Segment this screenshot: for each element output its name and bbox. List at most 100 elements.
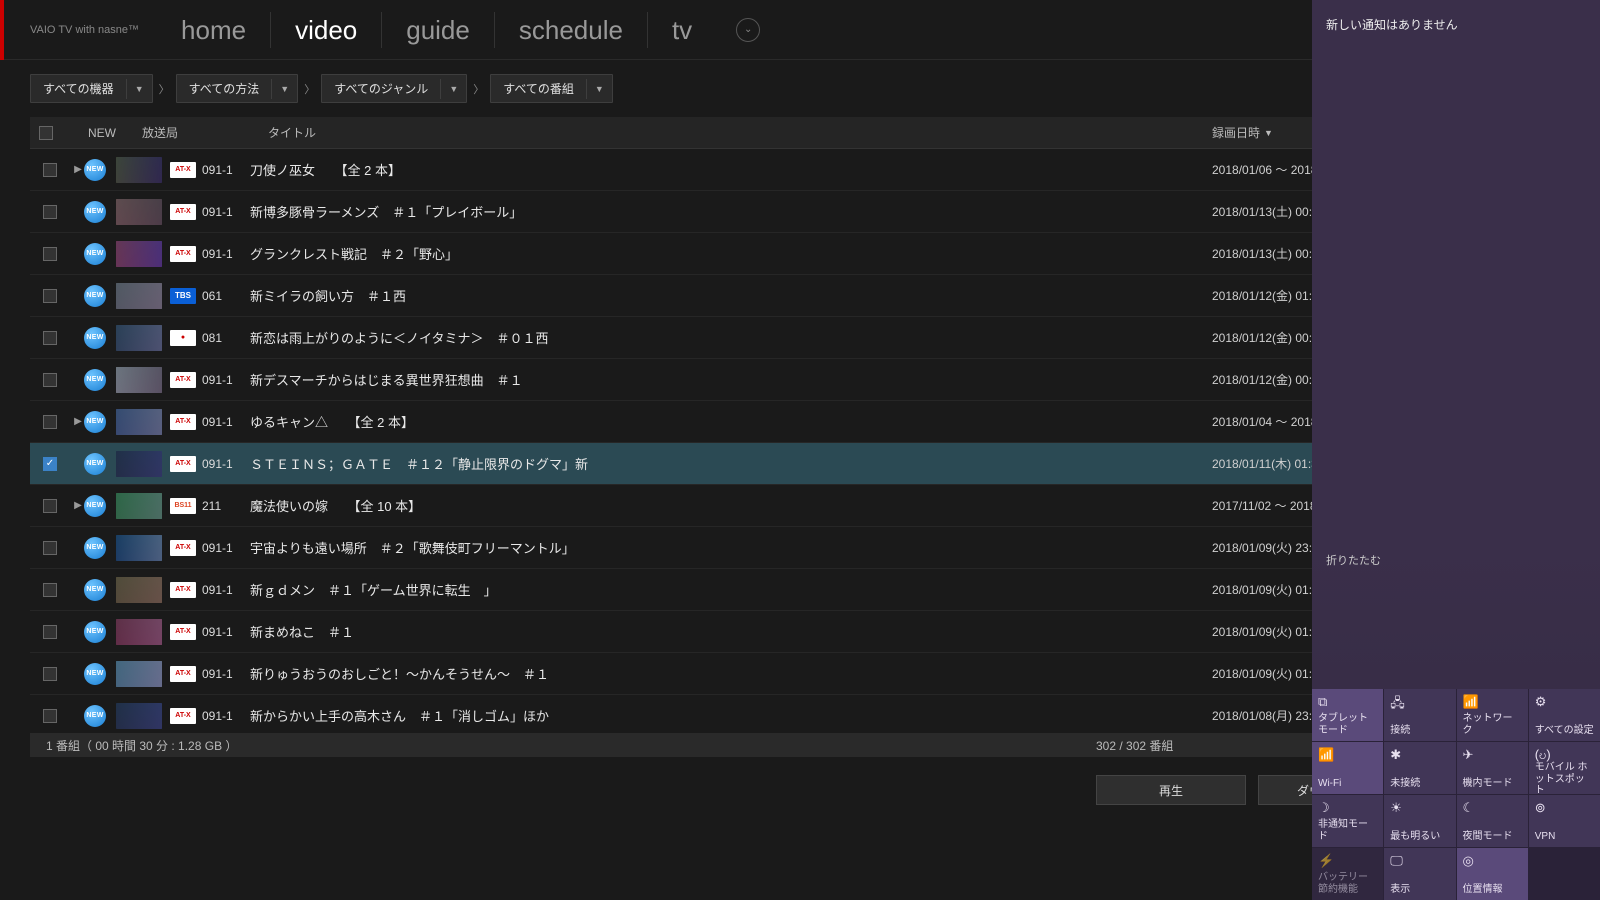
quick-tile-タブレット-モード[interactable]: ⧉タブレット モード [1312, 689, 1383, 741]
nav-more-button[interactable]: ⌄ [736, 18, 760, 42]
quick-actions-grid: ⧉タブレット モード🖧接続📶ネットワーク⚙すべての設定 📶Wi-Fi✱未接続✈機内… [1312, 689, 1600, 900]
new-badge: NEW [84, 453, 106, 475]
new-badge: NEW [84, 621, 106, 643]
tile-label: VPN [1535, 831, 1594, 843]
row-checkbox[interactable] [43, 289, 57, 303]
new-badge: NEW [84, 369, 106, 391]
action-center-panel: 新しい通知はありません 折りたたむ ⧉タブレット モード🖧接続📶ネットワーク⚙す… [1312, 0, 1600, 900]
program-title: 新からかい上手の高木さん ＃１「消しゴム」ほか [242, 706, 1212, 725]
tile-label: モバイル ホットスポット [1535, 762, 1594, 797]
channel-number: 091-1 [202, 247, 242, 261]
quick-tile-夜間モード[interactable]: ☾夜間モード [1457, 795, 1528, 847]
new-badge: NEW [84, 579, 106, 601]
quick-tile-Wi-Fi[interactable]: 📶Wi-Fi [1312, 742, 1383, 794]
row-checkbox[interactable] [43, 625, 57, 639]
channel-number: 091-1 [202, 373, 242, 387]
program-title: 新博多豚骨ラーメンズ ＃１「プレイボール」 [242, 202, 1212, 221]
play-button[interactable]: 再生 [1096, 775, 1246, 805]
quick-tile-非通知モード[interactable]: ☽非通知モード [1312, 795, 1383, 847]
thumbnail [116, 493, 162, 519]
row-checkbox[interactable] [43, 247, 57, 261]
thumbnail [116, 367, 162, 393]
channel-logo: TBS [170, 288, 196, 304]
thumbnail [116, 409, 162, 435]
thumbnail [116, 661, 162, 687]
column-title[interactable]: タイトル [268, 124, 1212, 141]
tile-label: 未接続 [1390, 778, 1449, 790]
row-checkbox[interactable]: ✓ [43, 457, 57, 471]
new-badge: NEW [84, 159, 106, 181]
breadcrumb-separator: 〉 [159, 81, 170, 97]
channel-logo: AT-X [170, 414, 196, 430]
nav-guide[interactable]: guide [381, 12, 494, 48]
filter-method[interactable]: すべての方法▼ [176, 74, 299, 103]
channel-number: 091-1 [202, 625, 242, 639]
channel-logo: AT-X [170, 372, 196, 388]
program-title: ゆるキャン△ 【全 2 本】 [242, 412, 1212, 431]
row-checkbox[interactable] [43, 373, 57, 387]
tile-icon: ⧉ [1318, 694, 1377, 709]
tile-icon: 🖧 [1390, 694, 1449, 709]
channel-number: 081 [202, 331, 242, 345]
breadcrumb-separator: 〉 [304, 81, 315, 97]
channel-logo: AT-X [170, 204, 196, 220]
quick-tile-接続[interactable]: 🖧接続 [1384, 689, 1455, 741]
new-badge: NEW [84, 285, 106, 307]
quick-tile-すべての設定[interactable]: ⚙すべての設定 [1529, 689, 1600, 741]
row-checkbox[interactable] [43, 667, 57, 681]
chevron-down-icon[interactable]: ▼ [440, 79, 466, 99]
select-all-checkbox[interactable] [39, 126, 53, 140]
new-badge: NEW [84, 243, 106, 265]
nav-video[interactable]: video [270, 12, 381, 48]
chevron-down-icon[interactable]: ▼ [586, 79, 612, 99]
thumbnail [116, 325, 162, 351]
column-new[interactable]: NEW [62, 126, 142, 140]
filter-program[interactable]: すべての番組▼ [490, 74, 613, 103]
breadcrumb-separator: 〉 [473, 81, 484, 97]
thumbnail [116, 157, 162, 183]
status-selection: 1 番組（ 00 時間 30 分 : 1.28 GB ） [46, 737, 1096, 754]
tile-icon: ☽ [1318, 800, 1377, 815]
row-checkbox[interactable] [43, 583, 57, 597]
row-checkbox[interactable] [43, 415, 57, 429]
thumbnail [116, 283, 162, 309]
program-title: ＳＴＥＩＮＳ；ＧＡＴＥ ＃１２「静止限界のドグマ」新 [242, 454, 1212, 473]
tile-icon: ⚡ [1318, 853, 1377, 868]
new-badge: NEW [84, 411, 106, 433]
nav-schedule[interactable]: schedule [494, 12, 647, 48]
filter-device[interactable]: すべての機器▼ [30, 74, 153, 103]
tile-label: ネットワーク [1463, 713, 1522, 736]
row-checkbox[interactable] [43, 541, 57, 555]
chevron-down-icon[interactable]: ▼ [271, 79, 297, 99]
notification-status: 新しい通知はありません [1312, 0, 1600, 49]
tile-icon: ☾ [1463, 800, 1522, 815]
quick-tile-機内モード[interactable]: ✈機内モード [1457, 742, 1528, 794]
column-station[interactable]: 放送局 [142, 124, 268, 141]
channel-number: 061 [202, 289, 242, 303]
program-title: 新デスマーチからはじまる異世界狂想曲 ＃１ [242, 370, 1212, 389]
row-checkbox[interactable] [43, 709, 57, 723]
program-title: 新りゅうおうのおしごと！～かんそうせん～ ＃１ [242, 664, 1212, 683]
quick-tile-表示[interactable]: 🖵表示 [1384, 848, 1455, 900]
app-accent-bar [0, 0, 4, 60]
row-checkbox[interactable] [43, 499, 57, 513]
filter-genre[interactable]: すべてのジャンル▼ [321, 74, 467, 103]
quick-tile-VPN[interactable]: ⊚VPN [1529, 795, 1600, 847]
channel-number: 091-1 [202, 583, 242, 597]
tile-icon: ◎ [1463, 853, 1522, 868]
nav-home[interactable]: home [157, 12, 270, 48]
collapse-button[interactable]: 折りたたむ [1326, 552, 1381, 568]
quick-tile-モバイル-ホットスポット[interactable]: (ဎ)モバイル ホットスポット [1529, 742, 1600, 794]
quick-tile-最も明るい[interactable]: ☀最も明るい [1384, 795, 1455, 847]
row-checkbox[interactable] [43, 331, 57, 345]
quick-tile-未接続[interactable]: ✱未接続 [1384, 742, 1455, 794]
channel-number: 091-1 [202, 205, 242, 219]
row-checkbox[interactable] [43, 205, 57, 219]
row-checkbox[interactable] [43, 163, 57, 177]
quick-tile-位置情報[interactable]: ◎位置情報 [1457, 848, 1528, 900]
program-title: 宇宙よりも遠い場所 ＃２「歌舞伎町フリーマントル」 [242, 538, 1212, 557]
tile-label: Wi-Fi [1318, 778, 1377, 790]
quick-tile-ネットワーク[interactable]: 📶ネットワーク [1457, 689, 1528, 741]
chevron-down-icon[interactable]: ▼ [126, 79, 152, 99]
nav-tv[interactable]: tv [647, 12, 716, 48]
